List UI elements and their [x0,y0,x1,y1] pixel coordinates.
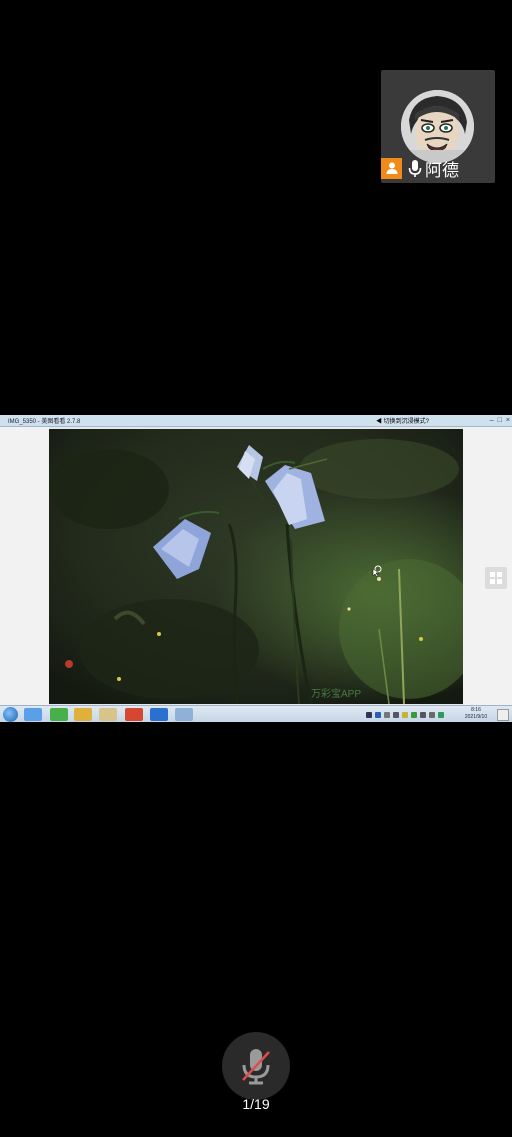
image-viewer-icon [175,708,193,721]
shared-screen[interactable]: IMG_5350 - 美图看看 2.7.8 ◀ 切换到沉浸模式? – □ × 万… [0,415,512,722]
speaker-name: 阿德 [425,160,459,181]
flower-photo: 万彩宝APP [49,429,463,704]
watermark-text: 万彩宝APP [311,689,362,700]
title-right-text: ◀ 切换到沉浸模式? [376,419,430,425]
browser-icon [24,708,42,721]
show-desktop-icon [497,709,509,721]
microphone-icon [406,158,424,179]
app-icon [150,708,168,721]
folder-icon [99,708,117,721]
speaker-bar: 阿德 [381,156,459,181]
close-icon: × [505,417,510,424]
viewer-left-panel [0,427,49,705]
person-icon [381,157,402,179]
windows-start-icon [3,707,18,722]
viewer-right-panel [463,427,512,705]
window-title-bar: IMG_5350 - 美图看看 2.7.8 [0,415,512,427]
minimize-icon: – [489,417,494,424]
taskbar-clock: 8:16 2021/9/10 [462,707,490,721]
app-icon [125,708,143,721]
maximize-icon: □ [497,417,502,424]
mouse-cursor-icon [372,564,382,582]
microphone-muted-icon [242,1049,270,1085]
clock-date: 2021/9/10 [464,714,488,720]
app-icon [74,708,92,721]
speaker-tile[interactable]: 阿德 [381,70,495,183]
window-title: IMG_5350 - 美图看看 2.7.8 [8,419,81,425]
windows-taskbar: 8:16 2021/9/10 [0,705,512,722]
system-tray [366,708,444,721]
page-indicator: 1/19 [242,1096,270,1112]
app-icon [50,708,68,721]
window-controls: – □ × [490,415,510,426]
mute-microphone-button[interactable] [222,1032,290,1100]
grid-view-icon [485,567,507,589]
speaker-avatar [401,90,474,163]
clock-time: 8:16 [471,707,481,713]
